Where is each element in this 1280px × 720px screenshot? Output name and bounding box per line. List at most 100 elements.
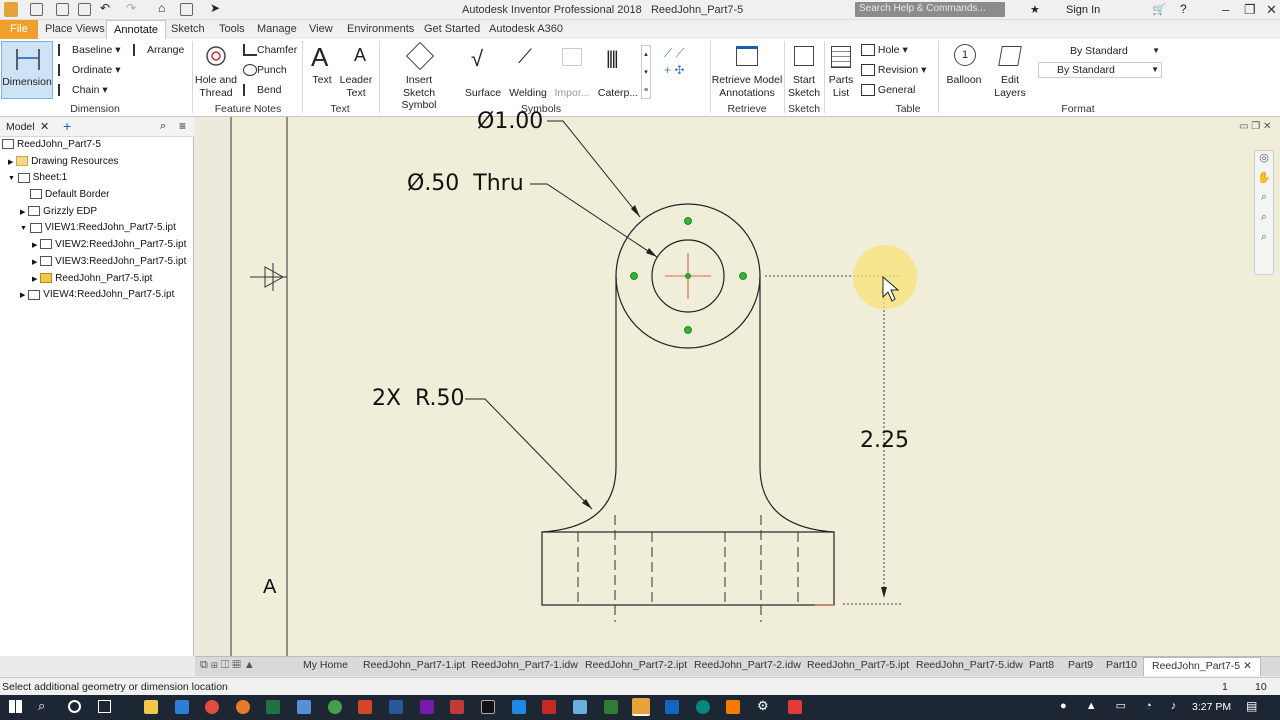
tab-annotate[interactable]: Annotate (106, 20, 167, 39)
ordinate-button[interactable]: Ordinate ▾ (58, 64, 120, 77)
doc-tab[interactable]: ReedJohn_Part7-2.idw (694, 659, 801, 671)
app-icon[interactable] (297, 700, 311, 714)
text-button[interactable]: A Text (308, 42, 336, 100)
tree-item[interactable]: ▶ VIEW2:ReedJohn_Part7-5.ipt (2, 237, 192, 254)
doc-tab-my-home[interactable]: My Home (303, 659, 348, 671)
tab-sketch[interactable]: Sketch (164, 20, 212, 39)
tab-tools[interactable]: Tools (212, 20, 252, 39)
doc-tab[interactable]: Part9 (1068, 659, 1093, 671)
inventor-icon[interactable] (632, 698, 650, 716)
acrobat-icon[interactable] (542, 700, 556, 714)
import-button[interactable]: Impor... (552, 42, 592, 100)
style-select[interactable]: By Standard ▼ (1038, 43, 1162, 59)
app-icon[interactable] (788, 700, 802, 714)
app-icon[interactable] (512, 700, 526, 714)
drawing-geometry[interactable] (195, 117, 1280, 656)
welding-button[interactable]: ⟋ Welding (508, 42, 548, 100)
parts-list-button[interactable]: Parts List (826, 42, 856, 100)
home-icon[interactable]: ⌂ (158, 1, 171, 15)
tab-environments[interactable]: Environments (340, 20, 421, 39)
settings-icon[interactable]: ⚙ (757, 698, 771, 713)
hole-thread-button[interactable]: Hole and Thread (195, 42, 237, 100)
close-button[interactable]: ✕ (1266, 2, 1277, 18)
help-icon[interactable]: ? (1180, 2, 1187, 16)
drawing-canvas[interactable]: Ø1.00 Ø.50 Thru 2X R.50 2.25 A ▭ ❐ ✕ ◎ ✋… (195, 109, 1280, 656)
zoom-window-icon[interactable]: ⌕ (1255, 211, 1273, 231)
app-icon[interactable] (450, 700, 464, 714)
symbols-gallery-scroll[interactable]: ▴ ▾ ≡ (641, 45, 651, 99)
tree-item[interactable]: ▶ ReedJohn_Part7-5.ipt (2, 271, 192, 288)
retrieve-annotations-button[interactable]: Retrieve Model Annotations (712, 42, 782, 100)
undo-icon[interactable]: ↶ (100, 1, 113, 15)
edge-icon[interactable] (175, 700, 189, 714)
excel-icon[interactable] (266, 700, 280, 714)
tree-item[interactable]: ReedJohn_Part7-5 (2, 137, 192, 154)
steering-wheel-icon[interactable]: ◎ (1255, 151, 1273, 171)
firefox-icon[interactable] (236, 700, 250, 714)
tray-icons[interactable]: ● ▲ ▭ ◔ ♪ (1060, 699, 1184, 712)
minimize-button[interactable]: – (1222, 2, 1229, 17)
redo-icon[interactable]: ↷ (126, 1, 139, 15)
bend-button[interactable]: Bend (243, 84, 282, 97)
balloon-button[interactable]: 1 Balloon (944, 42, 984, 100)
search-icon[interactable]: ⌕ (38, 698, 45, 714)
terminal-icon[interactable] (481, 700, 495, 714)
menu-icon[interactable]: ≡ (179, 119, 186, 133)
tab-manage[interactable]: Manage (250, 20, 304, 39)
doc-tab[interactable]: Part8 (1029, 659, 1054, 671)
chain-button[interactable]: Chain ▾ (58, 84, 108, 97)
tile-windows-icon[interactable]: ⧉ ⊞ ◫ ▦ ▲ (200, 659, 255, 672)
doc-tab[interactable]: ReedJohn_Part7-5.idw (916, 659, 1023, 671)
chamfer-button[interactable]: Chamfer (243, 44, 297, 57)
tree-item[interactable]: ▼ VIEW1:ReedJohn_Part7-5.ipt (2, 220, 192, 237)
tree-item[interactable]: ▶ Grizzly EDP (2, 204, 192, 221)
open-icon[interactable] (56, 3, 69, 16)
tab-place-views[interactable]: Place Views (38, 20, 112, 39)
app-icon[interactable] (665, 700, 679, 714)
app-icon[interactable] (328, 700, 342, 714)
layer-select[interactable]: By Standard ▼ (1038, 62, 1162, 78)
save-icon[interactable] (78, 3, 91, 16)
tree-item[interactable]: Default Border (2, 187, 192, 204)
windows-start-icon[interactable] (9, 700, 22, 713)
leader-text-button[interactable]: A Leader Text (338, 42, 374, 100)
add-tab-icon[interactable]: + (63, 118, 71, 134)
general-table-button[interactable]: General (861, 84, 915, 97)
surface-button[interactable]: √ Surface (463, 42, 503, 100)
file-explorer-icon[interactable] (144, 700, 158, 714)
tree-item[interactable]: ▼ Sheet:1 (2, 170, 192, 187)
search-icon[interactable]: ⌕ (160, 120, 166, 133)
task-view-icon[interactable] (98, 700, 111, 713)
print-icon[interactable] (180, 3, 193, 16)
revision-table-button[interactable]: Revision ▾ (861, 64, 926, 77)
app-icon[interactable] (726, 700, 740, 714)
dimension-button[interactable]: Dimension (1, 41, 53, 99)
doc-tab[interactable]: ReedJohn_Part7-2.ipt (585, 659, 687, 671)
outer-diameter-dimension[interactable]: Ø1.00 (477, 109, 543, 134)
tree-item[interactable]: ▶ Drawing Resources (2, 154, 192, 171)
close-icon[interactable]: ✕ (1243, 660, 1252, 672)
clock[interactable]: 3:27 PM (1192, 701, 1231, 713)
app-icon[interactable] (696, 700, 710, 714)
tab-view[interactable]: View (302, 20, 340, 39)
tab-model[interactable]: Model (6, 121, 35, 133)
doc-tab[interactable]: Part10 (1106, 659, 1137, 671)
canvas-window-controls[interactable]: ▭ ❐ ✕ (1239, 121, 1271, 132)
star-icon[interactable]: ★ (1030, 3, 1040, 16)
caterpillar-button[interactable]: |||| Caterp... (596, 42, 640, 100)
pan-icon[interactable]: ✋ (1255, 171, 1273, 191)
doc-tab[interactable]: ReedJohn_Part7-5.ipt (807, 659, 909, 671)
help-search-input[interactable]: Search Help & Commands... (855, 2, 1005, 17)
zoom-icon[interactable]: ⌕ (1255, 191, 1273, 211)
tab-autodesk-a360[interactable]: Autodesk A360 (482, 20, 570, 39)
punch-button[interactable]: Punch (243, 64, 287, 77)
chrome-icon[interactable] (205, 700, 219, 714)
maximize-button[interactable]: ❐ (1244, 2, 1256, 18)
insert-sketch-symbol-button[interactable]: Insert Sketch Symbol (384, 41, 456, 111)
radius-note[interactable]: 2X R.50 (372, 386, 465, 411)
edit-layers-button[interactable]: Edit Layers (992, 42, 1028, 100)
baseline-button[interactable]: Baseline ▾ (58, 44, 120, 57)
onenote-icon[interactable] (420, 700, 434, 714)
cart-icon[interactable]: 🛒 (1152, 3, 1166, 16)
hole-table-button[interactable]: Hole ▾ (861, 44, 908, 57)
